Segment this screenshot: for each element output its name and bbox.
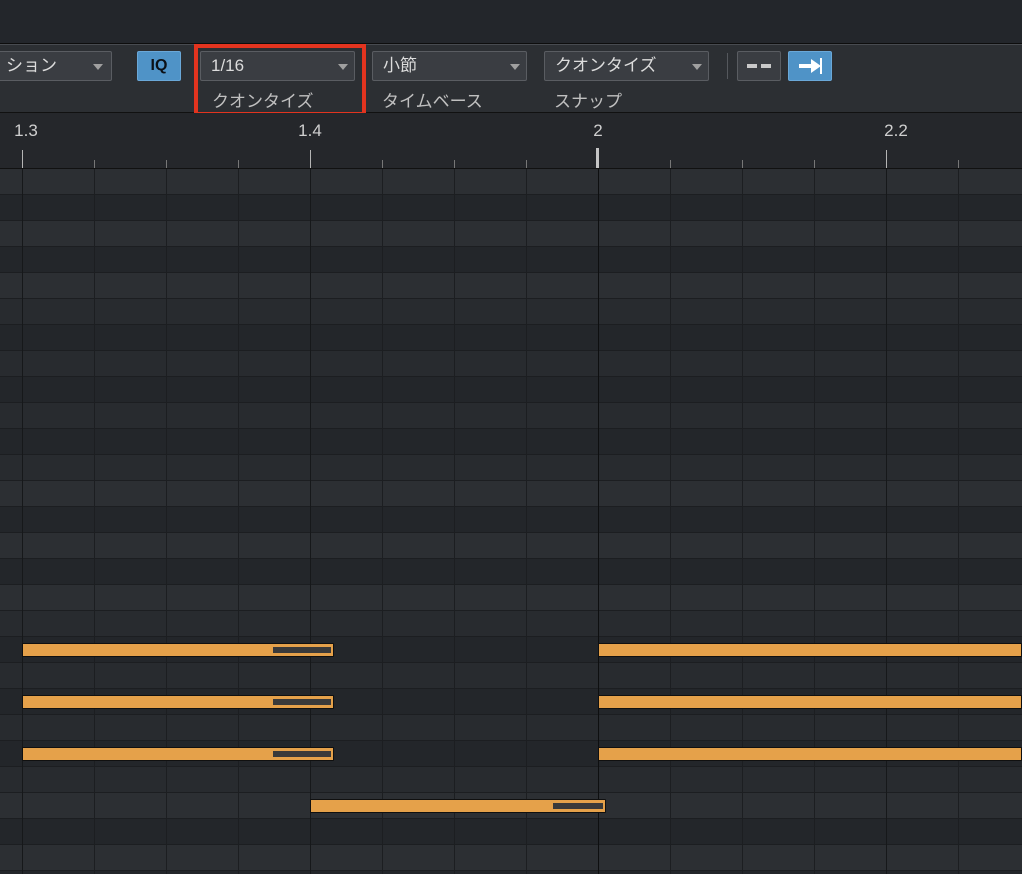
suspend-autoscroll-icon (746, 58, 772, 74)
grid-row (0, 611, 1022, 637)
ruler-subtick (814, 160, 815, 168)
grid-subdivision-line (814, 169, 815, 874)
snap-type-value: クオンタイズ (555, 56, 657, 75)
quantize-preset-dropdown[interactable]: 1/16 (200, 51, 355, 81)
ruler-subtick (742, 160, 743, 168)
grid-row (0, 429, 1022, 455)
ruler-tick (886, 150, 887, 168)
midi-note[interactable] (22, 643, 334, 657)
midi-note-velocity-tail (273, 699, 331, 705)
midi-note[interactable] (22, 747, 334, 761)
grid-row (0, 273, 1022, 299)
ruler-tick (22, 150, 23, 168)
autoscroll-button[interactable] (788, 51, 832, 81)
chevron-down-icon (692, 64, 702, 70)
midi-note[interactable] (310, 799, 606, 813)
piano-roll-grid[interactable] (0, 169, 1022, 874)
suspend-autoscroll-button[interactable] (737, 51, 781, 81)
grid-subdivision-line (238, 169, 239, 874)
editor-toolbar: ション IQ 1/16 クオンタイズ 小節 タイムベース クオンタイズ スナップ (0, 44, 1022, 113)
midi-note[interactable] (22, 695, 334, 709)
midi-note-velocity-tail (273, 751, 331, 757)
grid-beat-line (22, 169, 23, 874)
grid-subdivision-line (526, 169, 527, 874)
midi-note-velocity-tail (553, 803, 603, 809)
chevron-down-icon (93, 64, 103, 70)
ruler-tick (310, 150, 311, 168)
ruler-subtick (454, 160, 455, 168)
grid-row (0, 819, 1022, 845)
grid-row (0, 559, 1022, 585)
chevron-down-icon (338, 64, 348, 70)
grid-row (0, 533, 1022, 559)
ruler-label: 1.3 (14, 121, 38, 141)
grid-subdivision-line (742, 169, 743, 874)
grid-beat-line (310, 169, 311, 874)
grid-beat-line (886, 169, 887, 874)
grid-row (0, 715, 1022, 741)
function-menu-dropdown[interactable]: ション (0, 51, 112, 81)
grid-row (0, 507, 1022, 533)
ruler-subtick (166, 160, 167, 168)
quantize-preset-caption: クオンタイズ (212, 87, 314, 112)
quantize-preset-value: 1/16 (211, 56, 244, 75)
midi-note[interactable] (598, 747, 1022, 761)
grid-subdivision-line (382, 169, 383, 874)
grid-row (0, 299, 1022, 325)
snap-type-dropdown[interactable]: クオンタイズ (544, 51, 709, 81)
chevron-down-icon (510, 64, 520, 70)
timebase-value: 小節 (383, 56, 417, 75)
midi-note-velocity-tail (273, 647, 331, 653)
ruler-subtick (94, 160, 95, 168)
iq-button-label: IQ (151, 57, 168, 74)
grid-row (0, 845, 1022, 871)
function-menu-label: ション (6, 56, 57, 75)
grid-row (0, 221, 1022, 247)
ruler-subtick (526, 160, 527, 168)
ruler-label: 2 (593, 121, 602, 141)
ruler-label: 1.4 (298, 121, 322, 141)
iterative-quantize-button[interactable]: IQ (137, 51, 181, 81)
grid-row (0, 663, 1022, 689)
midi-note[interactable] (598, 695, 1022, 709)
grid-row (0, 377, 1022, 403)
grid-subdivision-line (94, 169, 95, 874)
grid-subdivision-line (166, 169, 167, 874)
grid-subdivision-line (454, 169, 455, 874)
ruler-subtick (382, 160, 383, 168)
autoscroll-arrow-icon (797, 57, 823, 75)
grid-row (0, 195, 1022, 221)
ruler-subtick (958, 160, 959, 168)
ruler-subtick (670, 160, 671, 168)
grid-subdivision-line (958, 169, 959, 874)
midi-note[interactable] (598, 643, 1022, 657)
grid-row (0, 325, 1022, 351)
grid-row (0, 481, 1022, 507)
ruler-subtick (238, 160, 239, 168)
grid-row (0, 169, 1022, 195)
grid-subdivision-line (670, 169, 671, 874)
grid-row (0, 455, 1022, 481)
timeline-ruler[interactable]: 1.3 1.4 2 2.2 (0, 113, 1022, 169)
ruler-bar-start-tick (596, 148, 599, 168)
grid-row (0, 247, 1022, 273)
window-top-strip (0, 0, 1022, 44)
grid-bar-line (598, 169, 599, 874)
ruler-label: 2.2 (884, 121, 908, 141)
toolbar-separator (727, 53, 728, 79)
grid-row (0, 767, 1022, 793)
grid-row (0, 403, 1022, 429)
snap-type-caption: スナップ (554, 87, 622, 112)
grid-row (0, 585, 1022, 611)
timebase-caption: タイムベース (382, 87, 483, 112)
grid-row (0, 351, 1022, 377)
timebase-dropdown[interactable]: 小節 (372, 51, 527, 81)
